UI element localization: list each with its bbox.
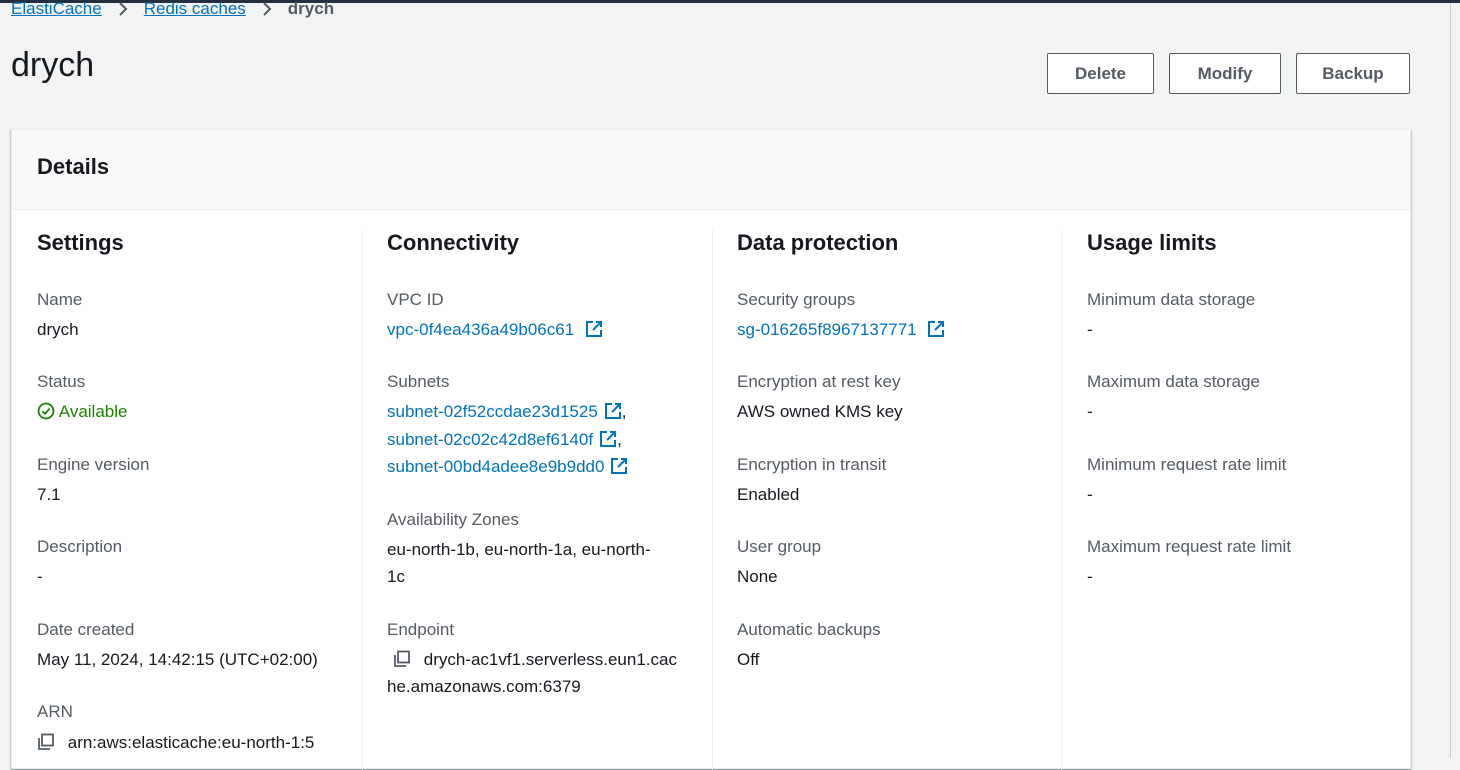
date-created-value: May 11, 2024, 14:42:15 (UTC+02:00) xyxy=(37,650,318,669)
max-request-rate-value: - xyxy=(1087,567,1093,586)
external-link-icon[interactable] xyxy=(604,402,622,420)
user-group-value: None xyxy=(737,567,778,586)
automatic-backups-label: Automatic backups xyxy=(737,620,881,639)
breadcrumb-link-elasticache[interactable]: ElastiCache xyxy=(11,0,102,19)
vpc-id-link[interactable]: vpc-0f4ea436a49b06c61 xyxy=(387,320,574,339)
security-group-link[interactable]: sg-016265f8967137771 xyxy=(737,320,917,339)
subnet-link[interactable]: subnet-02c02c42d8ef6140f xyxy=(387,430,593,449)
endpoint-text-line-2: he.amazonaws.com:6379 xyxy=(387,677,581,696)
details-title: Details xyxy=(37,154,110,179)
subnets-label: Subnets xyxy=(387,372,450,391)
min-data-storage-label: Minimum data storage xyxy=(1087,290,1256,309)
availability-zones-line-2: 1c xyxy=(387,567,405,586)
breadcrumb-current: drych xyxy=(287,0,335,18)
status-label: Status xyxy=(37,372,86,391)
engine-version-label: Engine version xyxy=(37,455,150,474)
max-data-storage-value: - xyxy=(1087,402,1093,421)
details-panel: Details Settings Name drych Status Avail… xyxy=(11,129,1411,770)
subnet-link[interactable]: subnet-02f52ccdae23d1525 xyxy=(387,402,598,421)
encryption-in-transit-value: Enabled xyxy=(737,485,800,504)
external-link-icon[interactable] xyxy=(599,430,617,448)
status-text: Available xyxy=(58,402,128,421)
engine-version-value: 7.1 xyxy=(37,485,61,504)
encryption-at-rest-value: AWS owned KMS key xyxy=(737,402,903,421)
external-link-icon[interactable] xyxy=(610,457,628,475)
usage-limits-title: Usage limits xyxy=(1087,230,1217,255)
automatic-backups-value: Off xyxy=(737,650,760,669)
subnet-item: subnet-00bd4adee8e9b9dd0 xyxy=(387,453,628,480)
name-label: Name xyxy=(37,290,83,309)
endpoint-label: Endpoint xyxy=(387,620,455,639)
endpoint-value: drych-ac1vf1.serverless.eun1.cac xyxy=(387,646,677,673)
check-circle-icon xyxy=(37,402,55,420)
details-header: Details xyxy=(12,130,1410,210)
subnet-item: subnet-02c02c42d8ef6140f, xyxy=(387,426,622,453)
arn-value: arn:aws:elasticache:eu-north-1:5 xyxy=(37,729,314,756)
min-request-rate-value: - xyxy=(1087,485,1093,504)
chevron-right-icon xyxy=(119,2,128,16)
settings-title: Settings xyxy=(37,230,124,255)
arn-label: ARN xyxy=(37,702,73,721)
column-divider xyxy=(1061,230,1062,770)
subnet-item: subnet-02f52ccdae23d1525, xyxy=(387,398,627,425)
encryption-at-rest-label: Encryption at rest key xyxy=(737,372,901,391)
delete-button[interactable]: Delete xyxy=(1047,53,1154,94)
date-created-label: Date created xyxy=(37,620,135,639)
column-divider xyxy=(362,230,363,770)
side-panel-divider xyxy=(1450,3,1451,758)
availability-zones-line-1: eu-north-1b, eu-north-1a, eu-north- xyxy=(387,540,651,559)
min-request-rate-label: Minimum request rate limit xyxy=(1087,455,1287,474)
security-groups-value: sg-016265f8967137771 xyxy=(737,316,945,343)
breadcrumb: ElastiCache Redis caches drych xyxy=(11,0,334,21)
availability-zones-label: Availability Zones xyxy=(387,510,519,529)
subnet-separator: , xyxy=(621,402,627,421)
encryption-in-transit-label: Encryption in transit xyxy=(737,455,887,474)
connectivity-title: Connectivity xyxy=(387,230,520,255)
vpc-id-label: VPC ID xyxy=(387,290,444,309)
user-group-label: User group xyxy=(737,537,822,556)
copy-icon[interactable] xyxy=(393,650,411,668)
backup-button[interactable]: Backup xyxy=(1296,53,1410,94)
column-divider xyxy=(712,230,713,770)
arn-text: arn:aws:elasticache:eu-north-1:5 xyxy=(67,733,315,752)
max-data-storage-label: Maximum data storage xyxy=(1087,372,1260,391)
subnet-separator: , xyxy=(617,430,622,449)
chevron-right-icon xyxy=(263,2,272,16)
external-link-icon[interactable] xyxy=(927,320,945,338)
page-title: drych xyxy=(11,46,95,84)
min-data-storage-value: - xyxy=(1087,320,1093,339)
status-value: Available xyxy=(37,398,127,425)
breadcrumb-link-redis-caches[interactable]: Redis caches xyxy=(144,0,246,19)
description-label: Description xyxy=(37,537,123,556)
data-protection-title: Data protection xyxy=(737,230,899,255)
external-link-icon[interactable] xyxy=(585,320,603,338)
description-value: - xyxy=(37,567,43,586)
max-request-rate-label: Maximum request rate limit xyxy=(1087,537,1292,556)
modify-button[interactable]: Modify xyxy=(1169,53,1281,94)
security-groups-label: Security groups xyxy=(737,290,856,309)
copy-icon[interactable] xyxy=(37,733,55,751)
name-value: drych xyxy=(37,320,79,339)
subnet-link[interactable]: subnet-00bd4adee8e9b9dd0 xyxy=(387,457,604,476)
endpoint-text-line-1: drych-ac1vf1.serverless.eun1.cac xyxy=(423,650,677,669)
vpc-id-value: vpc-0f4ea436a49b06c61 xyxy=(387,316,603,343)
